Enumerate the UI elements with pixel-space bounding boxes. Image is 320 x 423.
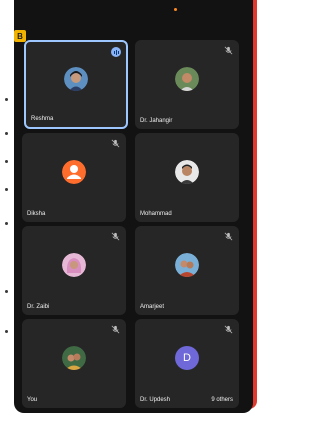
- participant-name: Dr. Zaibi: [27, 304, 50, 310]
- participant-tile-amarjeet[interactable]: Amarjeet: [135, 226, 239, 315]
- participant-name: Amarjeet: [140, 304, 165, 310]
- participant-tile-mohammad[interactable]: Mohammad: [135, 133, 239, 222]
- status-dot: [174, 8, 177, 11]
- participant-tile-jahangir[interactable]: Dr. Jahangir: [135, 40, 239, 129]
- page-margin: [0, 0, 14, 423]
- participant-name: You: [27, 397, 38, 403]
- speaking-indicator-icon: [111, 47, 121, 57]
- participant-tile-zaibi[interactable]: Dr. Zaibi: [22, 226, 126, 315]
- participant-tile-you[interactable]: You: [22, 319, 126, 408]
- letter-avatar: D: [175, 346, 199, 371]
- participant-tile-reshma[interactable]: Reshma: [24, 40, 128, 129]
- others-count[interactable]: 9 others: [211, 397, 233, 403]
- avatar: [175, 253, 199, 278]
- avatar: [64, 67, 88, 92]
- participant-name: Dr. Updesh: [140, 397, 171, 403]
- mic-off-icon: [224, 232, 233, 241]
- avatar: [62, 346, 86, 371]
- mic-off-icon: [111, 325, 120, 334]
- avatar: [175, 160, 199, 185]
- participant-name: Mohammad: [140, 211, 172, 217]
- avatar: [175, 67, 199, 92]
- participant-tile-diksha[interactable]: Diksha: [22, 133, 126, 222]
- mic-off-icon: [111, 139, 120, 148]
- participant-name: Dr. Jahangir: [140, 118, 173, 124]
- mic-off-icon: [224, 325, 233, 334]
- participant-tile-updesh[interactable]: D Dr. Updesh 9 others: [135, 319, 239, 408]
- mic-off-icon: [111, 232, 120, 241]
- avatar: [62, 253, 86, 278]
- participant-name: Reshma: [31, 116, 54, 122]
- mic-off-icon: [224, 46, 233, 55]
- participant-name: Diksha: [27, 211, 46, 217]
- meeting-screen: B Reshma Dr. Jahangir Diksha Mohammad Dr…: [14, 0, 253, 413]
- app-badge: B: [14, 30, 26, 42]
- person-icon: [62, 160, 86, 185]
